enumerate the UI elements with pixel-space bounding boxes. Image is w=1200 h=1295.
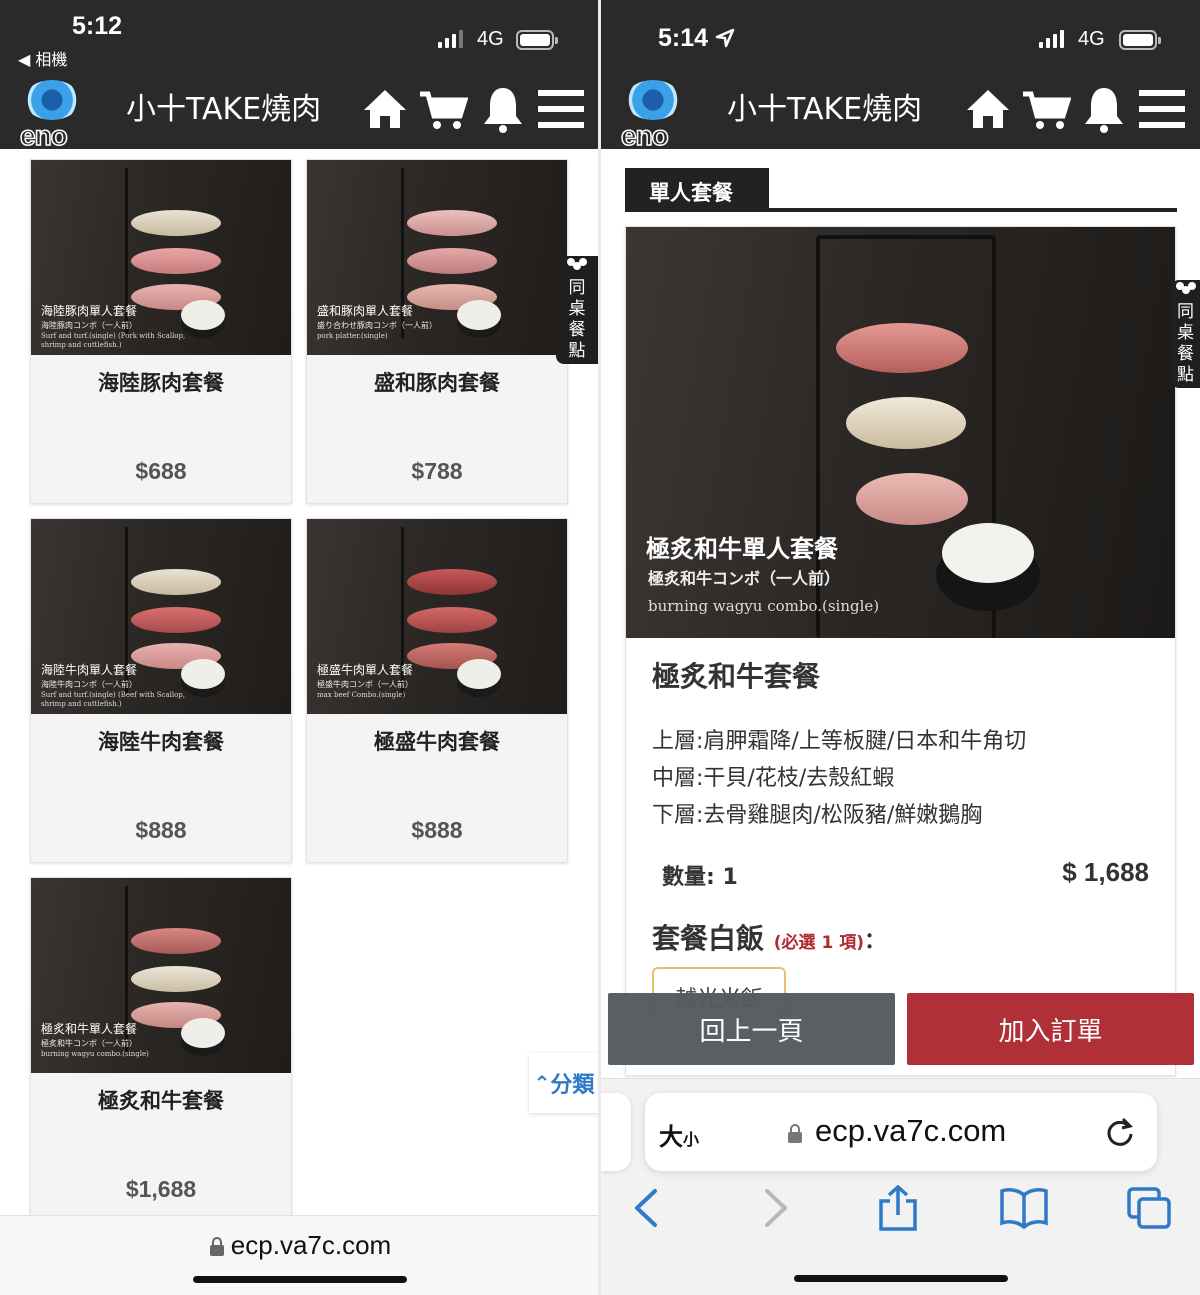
menu-icon[interactable] [536,84,586,134]
network-type: 4G [1078,28,1105,50]
right-screen: 5:14 4G eno 小十TAKE燒肉 單人套餐 極炙和牛單人套餐 極炙和牛コ… [601,0,1200,1295]
eno-logo[interactable]: eno [19,76,90,152]
eno-logo[interactable]: eno [620,76,691,152]
product-photo: 海陸牛肉單人套餐 海陸牛肉コンボ（一人前） Surf and turf.(sin… [31,519,291,714]
back-arrow-icon[interactable] [623,1185,673,1231]
product-card[interactable]: 極炙和牛單人套餐 極炙和牛コンボ（一人前） burning wagyu comb… [30,877,292,1222]
people-icon [567,258,587,274]
cart-icon[interactable] [418,84,468,134]
product-price: $888 [135,817,187,843]
required-note: (必選 1 項) [773,933,864,953]
home-icon[interactable] [360,84,410,134]
product-price: $ 1,688 [1062,857,1149,887]
bell-icon[interactable] [1079,84,1129,134]
product-name: 海陸豚肉套餐 [98,371,224,395]
shared-table-order-tab[interactable]: 同桌餐點 [556,256,598,364]
left-screen: 5:12 ◀ 相機 4G eno 小十TAKE燒肉 海陸豚肉單人套餐 海陸豚肉コ… [0,0,600,1295]
tabs-icon[interactable] [1125,1185,1175,1231]
battery-icon [1119,30,1161,50]
share-icon[interactable] [873,1185,923,1231]
shared-table-order-tab[interactable]: 同桌餐點 [1171,280,1200,388]
product-card[interactable]: 海陸牛肉單人套餐 海陸牛肉コンボ（一人前） Surf and turf.(sin… [30,518,292,863]
product-name: 海陸牛肉套餐 [98,730,224,754]
battery-icon [516,30,558,50]
people-icon [1175,282,1196,298]
home-indicator [794,1275,1008,1282]
menu-icon[interactable] [1137,84,1187,134]
product-photo: 極盛牛肉單人套餐 極盛牛肉コンボ（一人前） max beef Combo.(si… [307,519,567,714]
signal-icon [1039,30,1064,48]
product-detail-card: 極炙和牛單人套餐 極炙和牛コンボ（一人前） burning wagyu comb… [625,226,1176,1076]
product-price: $888 [411,817,463,843]
product-photo: 極炙和牛單人套餐 極炙和牛コンボ（一人前） burning wagyu comb… [626,227,1175,638]
url-text: ecp.va7c.com [0,1230,600,1261]
product-card[interactable]: 極盛牛肉單人套餐 極盛牛肉コンボ（一人前） max beef Combo.(si… [306,518,568,863]
url-text: ecp.va7c.com [815,1113,1007,1148]
quantity-label: 數量: 1 [662,865,738,890]
product-name: 極盛牛肉套餐 [374,730,500,754]
product-name: 極炙和牛套餐 [98,1089,224,1113]
shop-title: 小十TAKE燒肉 [727,92,923,127]
product-description: 上層:肩胛霜降/上等板腱/日本和牛角切 中層:干貝/花枝/去殼紅蝦 下層:去骨雞… [652,729,1027,828]
previous-tab-preview[interactable] [601,1093,631,1171]
lock-icon [209,1237,224,1256]
status-time: 5:12 [72,12,123,40]
status-time: 5:14 [658,24,735,53]
option-group-title: 套餐白飯 (必選 1 項)： [652,922,886,955]
add-to-order-button[interactable]: 加入訂單 [907,993,1194,1065]
product-name: 盛和豚肉套餐 [374,371,500,395]
browser-bottom-bar: 大小 ecp.va7c.com [601,1078,1200,1295]
back-button[interactable]: 回上一頁 [608,993,895,1065]
address-bar[interactable]: 大小 ecp.va7c.com [645,1093,1157,1171]
product-name: 極炙和牛套餐 [652,660,821,693]
home-indicator [193,1276,407,1283]
network-type: 4G [477,28,504,50]
bell-icon[interactable] [478,84,528,134]
app-header: eno 小十TAKE燒肉 [601,70,1200,152]
lock-icon [788,1124,802,1143]
app-header: eno 小十TAKE燒肉 [0,70,600,152]
category-button[interactable]: ⌃ 分類 [529,1053,599,1113]
back-to-camera-link[interactable]: ◀ 相機 [18,46,67,70]
location-arrow-icon [715,28,735,48]
product-card[interactable]: 海陸豚肉單人套餐 海陸豚肉コンボ（一人前） Surf and turf.(sin… [30,159,292,504]
product-price: $688 [135,458,187,484]
section-underline [625,208,1177,212]
cart-icon[interactable] [1021,84,1071,134]
product-price: $788 [411,458,463,484]
product-photo: 海陸豚肉單人套餐 海陸豚肉コンボ（一人前） Surf and turf.(sin… [31,160,291,355]
reload-icon[interactable] [1103,1115,1137,1149]
product-photo: 極炙和牛單人套餐 極炙和牛コンボ（一人前） burning wagyu comb… [31,878,291,1073]
product-price: $1,688 [125,1176,197,1202]
bookmarks-icon[interactable] [999,1185,1049,1231]
signal-icon [438,30,463,48]
text-size-button[interactable]: 大小 [659,1117,699,1152]
section-tab-single-set[interactable]: 單人套餐 [625,168,769,210]
shop-title: 小十TAKE燒肉 [126,92,322,127]
home-icon[interactable] [963,84,1013,134]
forward-arrow-icon [765,1189,787,1227]
product-card[interactable]: 盛和豚肉單人套餐 盛り合わせ豚肉コンボ（一人前） pork platter.(s… [306,159,568,504]
product-photo: 盛和豚肉單人套餐 盛り合わせ豚肉コンボ（一人前） pork platter.(s… [307,160,567,355]
double-chevron-up-icon: ⌃ [533,1071,551,1095]
browser-url-bar[interactable]: ecp.va7c.com [0,1215,600,1295]
